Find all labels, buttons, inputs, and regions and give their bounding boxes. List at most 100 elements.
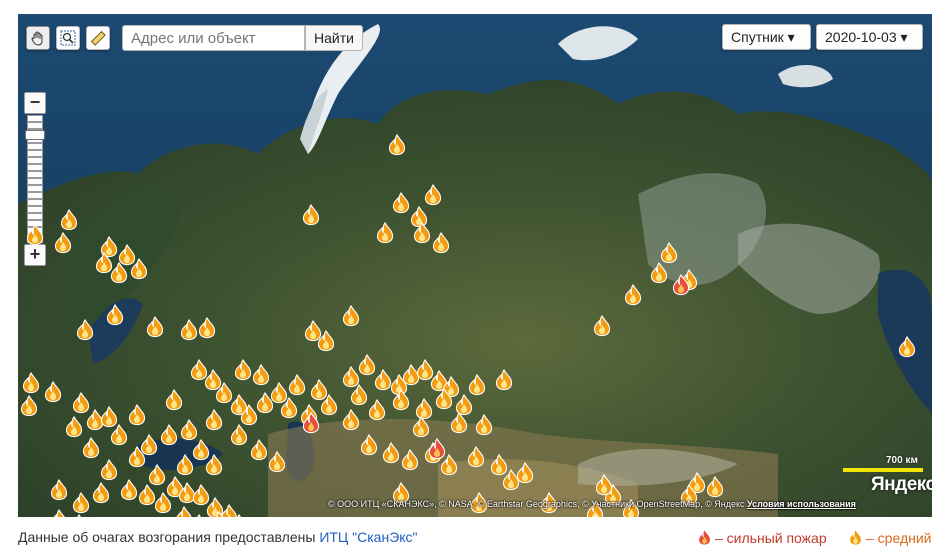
medium-fire-icon[interactable]: [896, 336, 918, 358]
medium-fire-icon[interactable]: [366, 399, 388, 421]
medium-fire-icon[interactable]: [58, 209, 80, 231]
medium-fire-icon[interactable]: [203, 454, 225, 476]
medium-fire-icon: [850, 530, 861, 545]
medium-fire-icon[interactable]: [232, 359, 254, 381]
medium-fire-icon[interactable]: [448, 412, 470, 434]
medium-fire-icon[interactable]: [188, 514, 210, 517]
medium-fire-icon[interactable]: [422, 184, 444, 206]
medium-fire-icon[interactable]: [203, 409, 225, 431]
medium-fire-icon[interactable]: [228, 424, 250, 446]
medium-fire-icon[interactable]: [300, 204, 322, 226]
strong-fire-icon[interactable]: [426, 438, 448, 460]
medium-fire-icon[interactable]: [98, 459, 120, 481]
copyright-text: © ООО ИТЦ «СКАНЭКС», © NASA, © Earthstar…: [328, 499, 745, 509]
legend-medium-fire: – средний: [847, 529, 931, 546]
medium-fire-icon[interactable]: [126, 446, 148, 468]
medium-fire-icon[interactable]: [196, 317, 218, 339]
medium-fire-icon[interactable]: [42, 381, 64, 403]
medium-fire-icon[interactable]: [591, 315, 613, 337]
zoom-in-button[interactable]: +: [24, 244, 46, 266]
medium-fire-icon[interactable]: [128, 258, 150, 280]
medium-fire-icon[interactable]: [108, 262, 130, 284]
medium-fire-icon[interactable]: [399, 449, 421, 471]
medium-fire-icon[interactable]: [358, 434, 380, 456]
find-button[interactable]: Найти: [305, 25, 363, 51]
terms-link[interactable]: Условия использования: [747, 499, 856, 509]
medium-fire-icon[interactable]: [208, 511, 230, 517]
medium-fire-icon[interactable]: [500, 469, 522, 491]
medium-fire-icon[interactable]: [648, 262, 670, 284]
legend-strong-fire: – сильный пожар: [696, 529, 827, 546]
medium-fire-icon[interactable]: [340, 305, 362, 327]
medium-fire-icon[interactable]: [340, 409, 362, 431]
medium-fire-icon[interactable]: [48, 479, 70, 501]
medium-fire-icon[interactable]: [658, 242, 680, 264]
medium-fire-icon[interactable]: [622, 284, 644, 306]
medium-fire-icon[interactable]: [108, 424, 130, 446]
medium-fire-icon[interactable]: [70, 492, 92, 514]
medium-fire-icon[interactable]: [228, 514, 250, 517]
medium-fire-icon[interactable]: [278, 397, 300, 419]
medium-fire-icon[interactable]: [286, 374, 308, 396]
medium-fire-icon[interactable]: [374, 222, 396, 244]
strong-fire-icon[interactable]: [300, 412, 322, 434]
medium-fire-icon[interactable]: [386, 134, 408, 156]
zoom-area-icon: [60, 30, 76, 46]
zoom-area-button[interactable]: [56, 26, 80, 50]
source-prefix: Данные об очагах возгорания предоставлен…: [18, 529, 320, 545]
medium-fire-icon[interactable]: [266, 451, 288, 473]
medium-fire-icon[interactable]: [174, 454, 196, 476]
medium-fire-icon[interactable]: [178, 419, 200, 441]
map-copyright: © ООО ИТЦ «СКАНЭКС», © NASA, © Earthstar…: [328, 499, 856, 509]
medium-fire-icon[interactable]: [104, 304, 126, 326]
medium-fire-icon[interactable]: [473, 414, 495, 436]
date-select[interactable]: 2020-10-03 ▾: [816, 24, 923, 50]
zoom-out-button[interactable]: −: [24, 92, 46, 114]
medium-fire-icon[interactable]: [20, 372, 42, 394]
medium-fire-icon[interactable]: [433, 388, 455, 410]
hand-tool-button[interactable]: [26, 26, 50, 50]
scale-bar: [843, 468, 923, 472]
medium-fire-icon[interactable]: [465, 446, 487, 468]
medium-fire-icon[interactable]: [52, 232, 74, 254]
medium-fire-icon[interactable]: [68, 514, 90, 517]
legend-medium-label: – средний: [866, 529, 932, 546]
yandex-logo: Яндекс: [871, 474, 932, 495]
medium-fire-icon[interactable]: [126, 404, 148, 426]
ruler-icon: [90, 30, 106, 46]
medium-fire-icon[interactable]: [144, 316, 166, 338]
strong-fire-icon: [699, 530, 710, 545]
address-search-input[interactable]: [122, 25, 305, 51]
medium-fire-icon[interactable]: [430, 232, 452, 254]
map-layer-select[interactable]: Спутник ▾: [722, 24, 811, 50]
medium-fire-icon[interactable]: [74, 319, 96, 341]
medium-fire-icon[interactable]: [48, 509, 70, 517]
zoom-slider-thumb[interactable]: [25, 130, 45, 140]
medium-fire-icon[interactable]: [466, 374, 488, 396]
satellite-map[interactable]: Найти Спутник ▾ 2020-10-03 ▾ − + 700 км …: [18, 14, 932, 517]
scale-label: 700 км: [886, 455, 918, 466]
medium-fire-icon[interactable]: [308, 379, 330, 401]
legend-strong-label: – сильный пожар: [715, 529, 827, 546]
medium-fire-icon[interactable]: [390, 389, 412, 411]
medium-fire-icon[interactable]: [80, 437, 102, 459]
footer: Данные об очагах возгорания предоставлен…: [18, 529, 932, 549]
medium-fire-icon[interactable]: [90, 482, 112, 504]
ruler-button[interactable]: [86, 26, 110, 50]
medium-fire-icon[interactable]: [593, 474, 615, 496]
source-link[interactable]: ИТЦ "СканЭкс": [319, 529, 417, 545]
strong-fire-icon[interactable]: [670, 274, 692, 296]
medium-fire-icon[interactable]: [158, 424, 180, 446]
medium-fire-icon[interactable]: [24, 224, 46, 246]
medium-fire-icon[interactable]: [410, 416, 432, 438]
medium-fire-icon[interactable]: [63, 416, 85, 438]
hand-icon: [31, 31, 43, 46]
medium-fire-icon[interactable]: [704, 476, 726, 498]
medium-fire-icon[interactable]: [152, 492, 174, 514]
medium-fire-icon[interactable]: [493, 369, 515, 391]
source-note: Данные об очагах возгорания предоставлен…: [18, 529, 418, 545]
medium-fire-icon[interactable]: [163, 389, 185, 411]
medium-fire-icon[interactable]: [586, 514, 608, 517]
medium-fire-icon[interactable]: [315, 330, 337, 352]
medium-fire-icon[interactable]: [18, 395, 40, 417]
